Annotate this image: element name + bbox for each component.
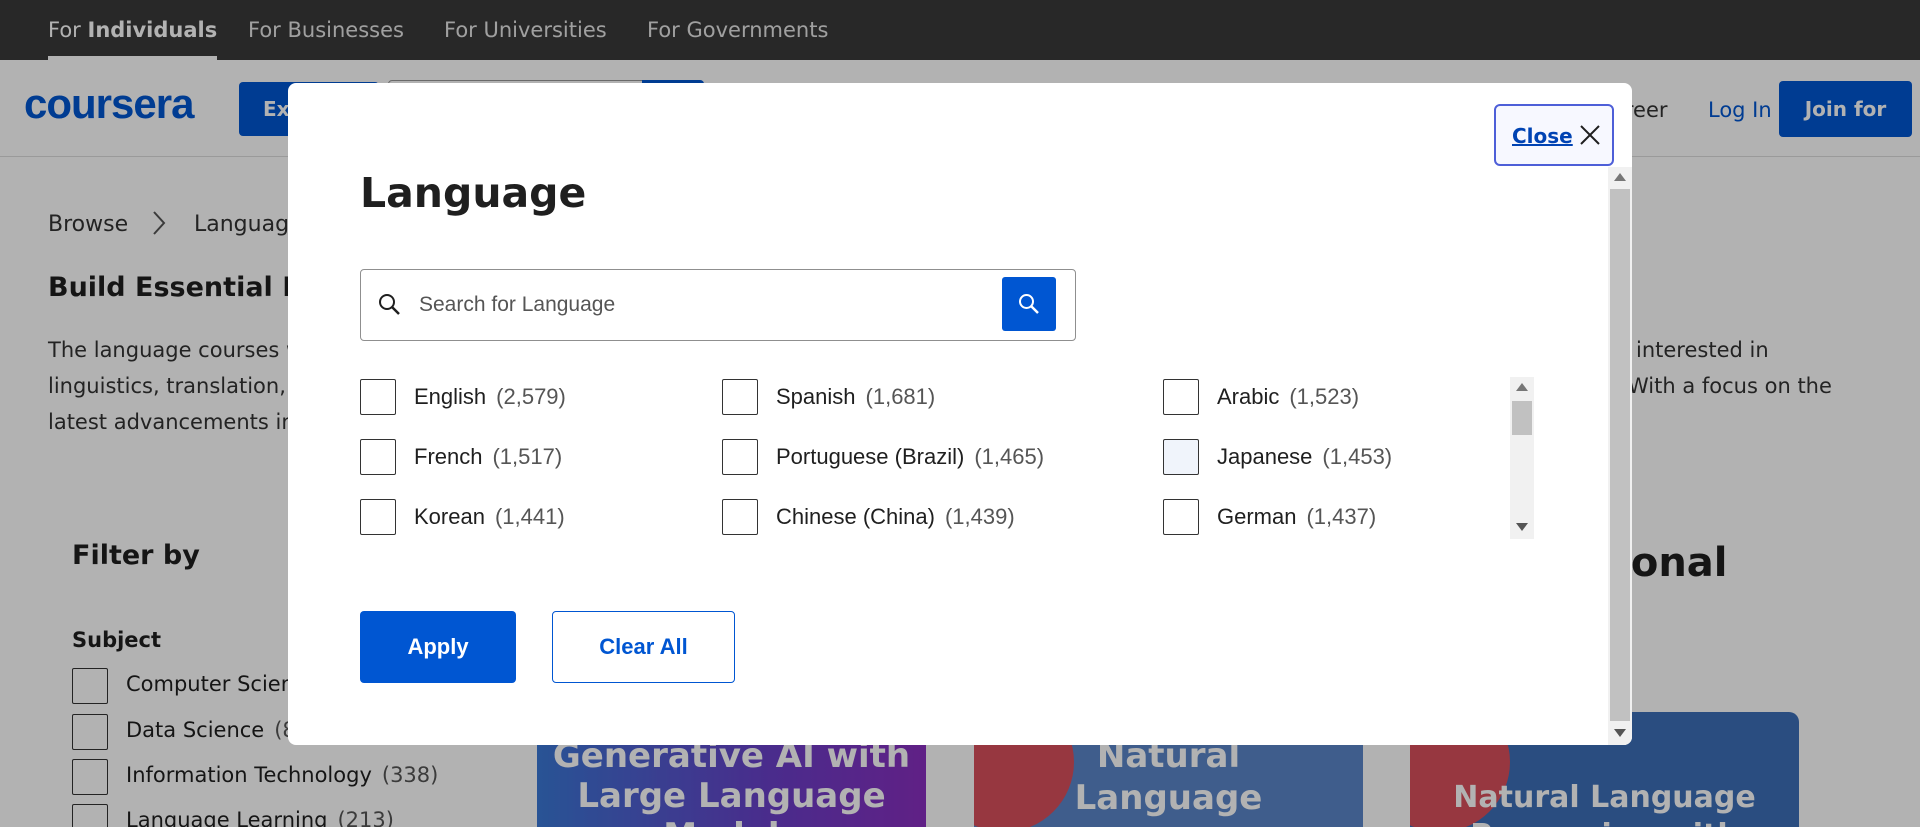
language-option-label: German (1,437) <box>1217 504 1376 530</box>
language-option-label: Korean (1,441) <box>414 504 565 530</box>
language-option-label: Spanish (1,681) <box>776 384 935 410</box>
language-checkbox[interactable] <box>360 499 396 535</box>
modal-title: Language <box>360 169 587 217</box>
language-count: (1,441) <box>494 504 565 529</box>
language-checkbox[interactable] <box>722 499 758 535</box>
language-option-label: Portuguese (Brazil) (1,465) <box>776 444 1044 470</box>
language-search-button[interactable] <box>1002 277 1056 331</box>
language-option-label: Arabic (1,523) <box>1217 384 1359 410</box>
search-icon <box>379 294 400 315</box>
language-count: (2,579) <box>496 384 566 409</box>
search-icon <box>1019 294 1039 314</box>
language-count: (1,465) <box>974 444 1045 469</box>
language-filter-modal: Close Language English (2,579) Spanish (1,… <box>288 83 1632 745</box>
scrollbar-thumb[interactable] <box>1512 401 1532 435</box>
scroll-up-arrow-icon[interactable] <box>1614 173 1626 181</box>
language-checkbox[interactable] <box>1163 439 1199 475</box>
language-name: Spanish <box>776 384 856 409</box>
scroll-down-arrow-icon[interactable] <box>1516 523 1528 531</box>
modal-scrollbar[interactable] <box>1608 167 1632 745</box>
language-checkbox[interactable] <box>1163 379 1199 415</box>
language-count: (1,453) <box>1322 444 1393 469</box>
language-option-label: French (1,517) <box>414 444 562 470</box>
apply-button[interactable]: Apply <box>360 611 516 683</box>
language-name: Portuguese (Brazil) <box>776 444 965 469</box>
language-checkbox[interactable] <box>360 439 396 475</box>
language-options-list: English (2,579) Spanish (1,681) Arabic (1,5… <box>360 377 1538 539</box>
language-name: Chinese (China) <box>776 504 935 529</box>
language-name: German <box>1217 504 1297 529</box>
language-checkbox[interactable] <box>722 379 758 415</box>
language-name: Korean <box>414 504 485 529</box>
close-button-label: Close <box>1512 124 1573 148</box>
language-count: (1,681) <box>865 384 936 409</box>
language-name: Japanese <box>1217 444 1313 469</box>
options-scrollbar[interactable] <box>1510 377 1534 539</box>
language-option-label: Japanese (1,453) <box>1217 444 1392 470</box>
language-checkbox[interactable] <box>1163 499 1199 535</box>
language-count: (1,439) <box>944 504 1015 529</box>
scroll-up-arrow-icon[interactable] <box>1516 383 1528 391</box>
language-option-label: English (2,579) <box>414 384 566 410</box>
language-count: (1,523) <box>1289 384 1360 409</box>
close-button[interactable]: Close <box>1494 104 1614 166</box>
language-name: French <box>414 444 483 469</box>
language-name: English <box>414 384 487 409</box>
language-search-box <box>360 269 1076 341</box>
language-count: (1,517) <box>492 444 563 469</box>
clear-all-button[interactable]: Clear All <box>552 611 735 683</box>
scroll-down-arrow-icon[interactable] <box>1614 729 1626 737</box>
language-checkbox[interactable] <box>722 439 758 475</box>
language-checkbox[interactable] <box>360 379 396 415</box>
language-search-input[interactable] <box>419 282 999 328</box>
scrollbar-thumb[interactable] <box>1610 189 1630 721</box>
language-count: (1,437) <box>1306 504 1377 529</box>
language-name: Arabic <box>1217 384 1280 409</box>
close-icon <box>1580 125 1600 145</box>
language-option-label: Chinese (China) (1,439) <box>776 504 1015 530</box>
